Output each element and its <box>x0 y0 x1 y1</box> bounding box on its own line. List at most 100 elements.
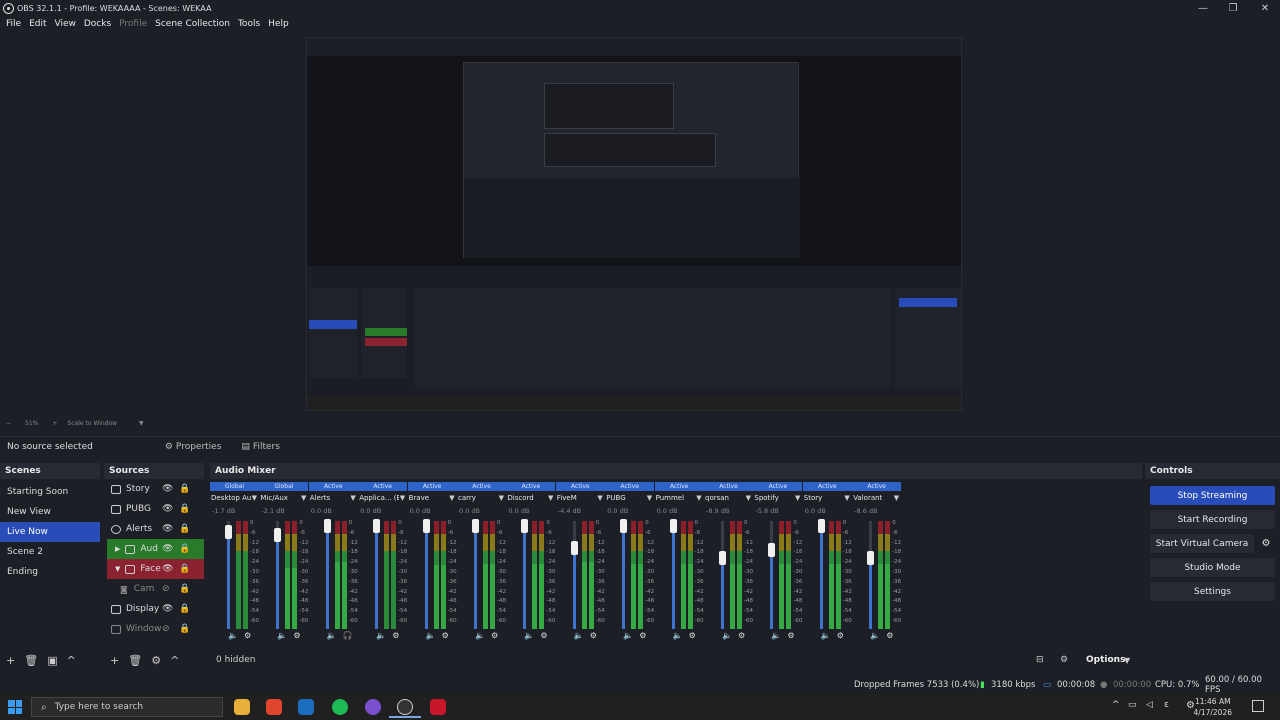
source-item-story[interactable]: Story 👁 🔒 <box>104 479 204 499</box>
discord-icon[interactable] <box>365 699 381 715</box>
channel-menu-icon[interactable]: ▼ <box>894 494 899 502</box>
volume-slider[interactable] <box>819 521 823 629</box>
channel-settings-icon[interactable]: ⚙ <box>293 631 300 640</box>
volume-slider[interactable] <box>869 521 873 629</box>
taskbar-search[interactable]: ⌕ Type here to search <box>31 697 223 717</box>
volume-slider-handle[interactable] <box>274 527 282 542</box>
eye-icon[interactable]: 👁 <box>162 524 173 534</box>
channel-settings-icon[interactable]: ⚙ <box>738 631 745 640</box>
menu-view[interactable]: View <box>55 19 76 29</box>
volume-slider[interactable] <box>375 521 379 629</box>
volume-slider-handle[interactable] <box>225 525 232 540</box>
maximize-button[interactable]: ❐ <box>1218 0 1248 16</box>
volume-slider-handle[interactable] <box>620 519 628 533</box>
eye-icon[interactable]: 👁 <box>162 564 173 574</box>
source-item-display[interactable]: Display 👁 🔒 <box>104 599 204 619</box>
add-scene-button[interactable]: + <box>6 654 15 667</box>
mute-icon[interactable]: 🔈 <box>426 631 436 640</box>
filters-button[interactable]: ▤ Filters <box>237 440 284 454</box>
channel-menu-icon[interactable]: ▼ <box>795 494 800 502</box>
lock-icon[interactable]: 🔒 <box>179 604 190 614</box>
tray-chevron-icon[interactable]: ^ <box>1112 700 1120 710</box>
remove-source-button[interactable]: 🗑 <box>128 654 142 667</box>
mute-icon[interactable]: 🔈 <box>228 631 238 640</box>
expand-icon[interactable]: ▶ <box>115 545 120 553</box>
eye-hidden-icon[interactable]: ⊘ <box>162 584 170 594</box>
scene-item-scene-2[interactable]: Scene 2 <box>0 542 100 562</box>
volume-slider[interactable] <box>325 521 329 629</box>
brave-browser-icon[interactable] <box>266 699 282 715</box>
source-item-alerts[interactable]: Alerts 👁 🔒 <box>104 519 204 539</box>
menu-profile[interactable]: Profile <box>119 19 147 29</box>
volume-slider[interactable] <box>622 521 626 629</box>
channel-settings-icon[interactable]: ⚙ <box>590 631 597 640</box>
channel-menu-icon[interactable]: ▼ <box>844 494 849 502</box>
start-recording-button[interactable]: Start Recording <box>1150 510 1275 529</box>
channel-settings-icon[interactable]: ⚙ <box>639 631 646 640</box>
settings-button[interactable]: Settings <box>1150 582 1275 601</box>
chevron-down-icon[interactable]: ▼ <box>139 420 144 427</box>
menu-edit[interactable]: Edit <box>29 19 46 29</box>
chevron-down-icon[interactable]: ▼ <box>1124 656 1130 665</box>
volume-slider[interactable] <box>770 521 774 629</box>
mute-icon[interactable]: 🔈 <box>821 631 831 640</box>
scene-item-live-now[interactable]: Live Now <box>0 522 100 542</box>
steam-icon[interactable] <box>298 699 314 715</box>
close-button[interactable]: ✕ <box>1250 0 1280 16</box>
menu-tools[interactable]: Tools <box>238 19 260 29</box>
taskbar-clock[interactable]: 11:46 AM 4/17/2026 <box>1194 696 1232 718</box>
mute-icon[interactable]: 🔈 <box>277 631 287 640</box>
properties-button[interactable]: ⚙ Properties <box>161 440 226 454</box>
mute-icon[interactable]: 🔈 <box>771 631 781 640</box>
stop-streaming-button[interactable]: Stop Streaming <box>1150 486 1275 505</box>
channel-menu-icon[interactable]: ▼ <box>647 494 652 502</box>
monitor-icon[interactable]: 🎧 <box>343 631 353 640</box>
channel-settings-icon[interactable]: ⚙ <box>491 631 498 640</box>
menu-docks[interactable]: Docks <box>84 19 111 29</box>
channel-settings-icon[interactable]: ⚙ <box>442 631 449 640</box>
options-button[interactable]: Options <box>1086 655 1125 665</box>
mute-icon[interactable]: 🔈 <box>574 631 584 640</box>
volume-slider-handle[interactable] <box>719 551 726 566</box>
collapse-icon[interactable]: ▼ <box>115 565 120 573</box>
volume-slider-handle[interactable] <box>373 519 381 533</box>
scene-item-starting-soon[interactable]: Starting Soon <box>0 482 100 502</box>
volume-slider-handle[interactable] <box>422 519 430 533</box>
mute-icon[interactable]: 🔈 <box>870 631 880 640</box>
spotify-icon[interactable] <box>332 699 348 715</box>
mute-icon[interactable]: 🔈 <box>475 631 485 640</box>
lock-icon[interactable]: 🔒 <box>179 544 190 554</box>
source-item-cam[interactable]: ◙ Cam ⊘ 🔒 <box>104 579 204 599</box>
volume-slider-handle[interactable] <box>817 519 825 533</box>
scale-mode[interactable]: Scale to Window <box>67 420 117 427</box>
lock-icon[interactable]: 🔒 <box>179 524 190 534</box>
source-group-aud[interactable]: ▶ Aud 👁 🔒 <box>107 539 204 559</box>
lock-icon[interactable]: 🔒 <box>179 484 190 494</box>
eye-hidden-icon[interactable]: ⊘ <box>162 624 170 634</box>
volume-slider[interactable] <box>523 521 527 629</box>
lock-icon[interactable]: 🔒 <box>179 584 190 594</box>
scene-filter-button[interactable]: ▣ <box>47 654 57 667</box>
source-group-face[interactable]: ▼ Face 👁 🔒 <box>107 559 204 579</box>
channel-settings-icon[interactable]: ⚙ <box>837 631 844 640</box>
mute-icon[interactable]: 🔈 <box>722 631 732 640</box>
virtual-camera-settings-icon[interactable]: ⚙ <box>1257 534 1275 553</box>
volume-slider-handle[interactable] <box>323 519 331 533</box>
menu-file[interactable]: File <box>6 19 21 29</box>
zoom-in-button[interactable]: + <box>52 420 57 427</box>
preview-canvas[interactable] <box>306 37 962 411</box>
language-icon[interactable]: ε <box>1164 700 1169 710</box>
channel-menu-icon[interactable]: ▼ <box>746 494 751 502</box>
channel-menu-icon[interactable]: ▼ <box>597 494 602 502</box>
volume-slider[interactable] <box>474 521 477 629</box>
volume-slider[interactable] <box>572 521 576 629</box>
lock-icon[interactable]: 🔒 <box>179 564 190 574</box>
app-red-icon[interactable] <box>430 699 446 715</box>
channel-settings-icon[interactable]: ⚙ <box>392 631 399 640</box>
scene-item-ending[interactable]: Ending <box>0 562 100 582</box>
volume-slider[interactable] <box>721 521 724 629</box>
channel-menu-icon[interactable]: ▼ <box>400 494 405 502</box>
file-explorer-icon[interactable] <box>234 699 250 715</box>
mute-icon[interactable]: 🔈 <box>327 631 337 640</box>
volume-slider-handle[interactable] <box>472 519 479 533</box>
